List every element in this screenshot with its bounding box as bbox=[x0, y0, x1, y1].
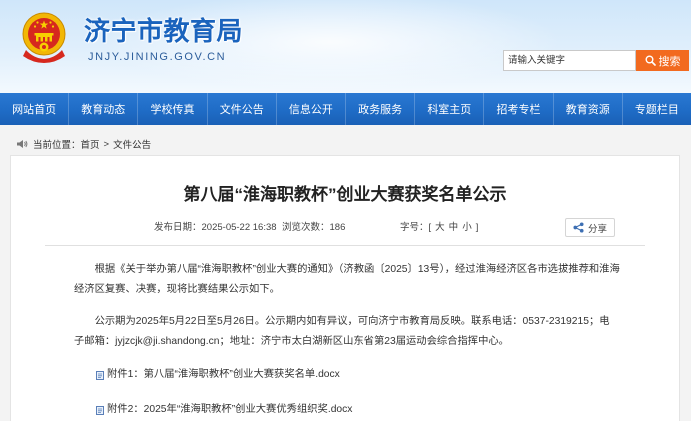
nav-item-exams[interactable]: 招考专栏 bbox=[483, 93, 552, 125]
breadcrumb-separator: > bbox=[103, 138, 110, 150]
breadcrumb-label: 当前位置： bbox=[33, 140, 81, 151]
font-size-bracket-close: ] bbox=[475, 222, 479, 233]
attachment-label: 附件2：2025年“淮海职教杯”创业大赛优秀组织奖.docx bbox=[107, 404, 353, 415]
publish-date-label: 发布日期： bbox=[154, 222, 202, 233]
search-button-label: 搜索 bbox=[658, 55, 681, 68]
nav-item-announcements[interactable]: 文件公告 bbox=[206, 93, 276, 125]
attachment-link[interactable]: 附件2：2025年“淮海职教杯”创业大赛优秀组织奖.docx bbox=[96, 402, 352, 418]
font-size-small[interactable]: 小 bbox=[462, 222, 472, 233]
share-icon bbox=[573, 222, 584, 233]
font-size-label: 字号： bbox=[400, 222, 429, 233]
publish-date-value: 2025-05-22 16:38 bbox=[201, 222, 277, 233]
document-icon bbox=[96, 405, 107, 415]
view-count-value: 186 bbox=[329, 222, 346, 233]
search-icon bbox=[645, 55, 656, 66]
site-header: 济宁市教育局 JNJY.JINING.GOV.CN 搜索 bbox=[0, 0, 691, 93]
publish-date: 发布日期：2025-05-22 16:38 bbox=[154, 220, 277, 236]
breadcrumb-link-announcements[interactable]: 文件公告 bbox=[113, 137, 151, 151]
article-paragraph: 公示期为2025年5月22日至5月26日。公示期内如有异议，可向济宁市教育局反映… bbox=[74, 316, 610, 347]
view-count-label: 浏览次数： bbox=[282, 222, 330, 233]
site-domain: JNJY.JINING.GOV.CN bbox=[88, 51, 227, 63]
view-count: 浏览次数：186 bbox=[282, 220, 345, 236]
breadcrumb: 当前位置： 首页 > 文件公告 bbox=[16, 137, 151, 151]
article-paragraph: 根据《关于举办第八届“淮海职教杯”创业大赛的通知》（济教函〔2025〕13号），… bbox=[74, 264, 620, 295]
font-size-selector: 字号：[大中小] bbox=[400, 220, 478, 236]
article-title: 第八届“淮海职教杯”创业大赛获奖名单公示 bbox=[183, 185, 507, 204]
search-button[interactable]: 搜索 bbox=[636, 50, 689, 71]
meta-divider bbox=[45, 245, 645, 246]
main-nav: 网站首页 教育动态 学校传真 文件公告 信息公开 政务服务 科室主页 招考专栏 … bbox=[0, 93, 691, 125]
nav-item-education-resources[interactable]: 教育资源 bbox=[552, 93, 622, 125]
nav-item-home[interactable]: 网站首页 bbox=[0, 93, 68, 125]
national-emblem-icon[interactable] bbox=[21, 12, 67, 64]
nav-item-department-pages[interactable]: 科室主页 bbox=[414, 93, 483, 125]
document-icon bbox=[96, 370, 107, 380]
nav-item-government-services[interactable]: 政务服务 bbox=[345, 93, 414, 125]
attachment-label: 附件1：第八届“淮海职教杯”创业大赛获奖名单.docx bbox=[107, 369, 340, 380]
site-title: 济宁市教育局 bbox=[84, 16, 244, 46]
share-button[interactable]: 分享 bbox=[565, 218, 615, 237]
font-size-bracket-open: [ bbox=[428, 222, 432, 233]
speaker-icon bbox=[16, 139, 28, 149]
search-input[interactable] bbox=[503, 50, 636, 71]
share-label: 分享 bbox=[587, 223, 607, 235]
nav-item-school-news[interactable]: 学校传真 bbox=[137, 93, 206, 125]
nav-item-special-topics[interactable]: 专题栏目 bbox=[621, 93, 691, 125]
nav-item-info-disclosure[interactable]: 信息公开 bbox=[275, 93, 345, 125]
font-size-medium[interactable]: 中 bbox=[449, 222, 459, 233]
attachment-link[interactable]: 附件1：第八届“淮海职教杯”创业大赛获奖名单.docx bbox=[96, 367, 340, 383]
nav-item-education-news[interactable]: 教育动态 bbox=[68, 93, 137, 125]
breadcrumb-link-home[interactable]: 首页 bbox=[81, 137, 100, 151]
article-panel: 第八届“淮海职教杯”创业大赛获奖名单公示 发布日期：2025-05-22 16:… bbox=[10, 155, 680, 421]
font-size-large[interactable]: 大 bbox=[435, 222, 445, 233]
